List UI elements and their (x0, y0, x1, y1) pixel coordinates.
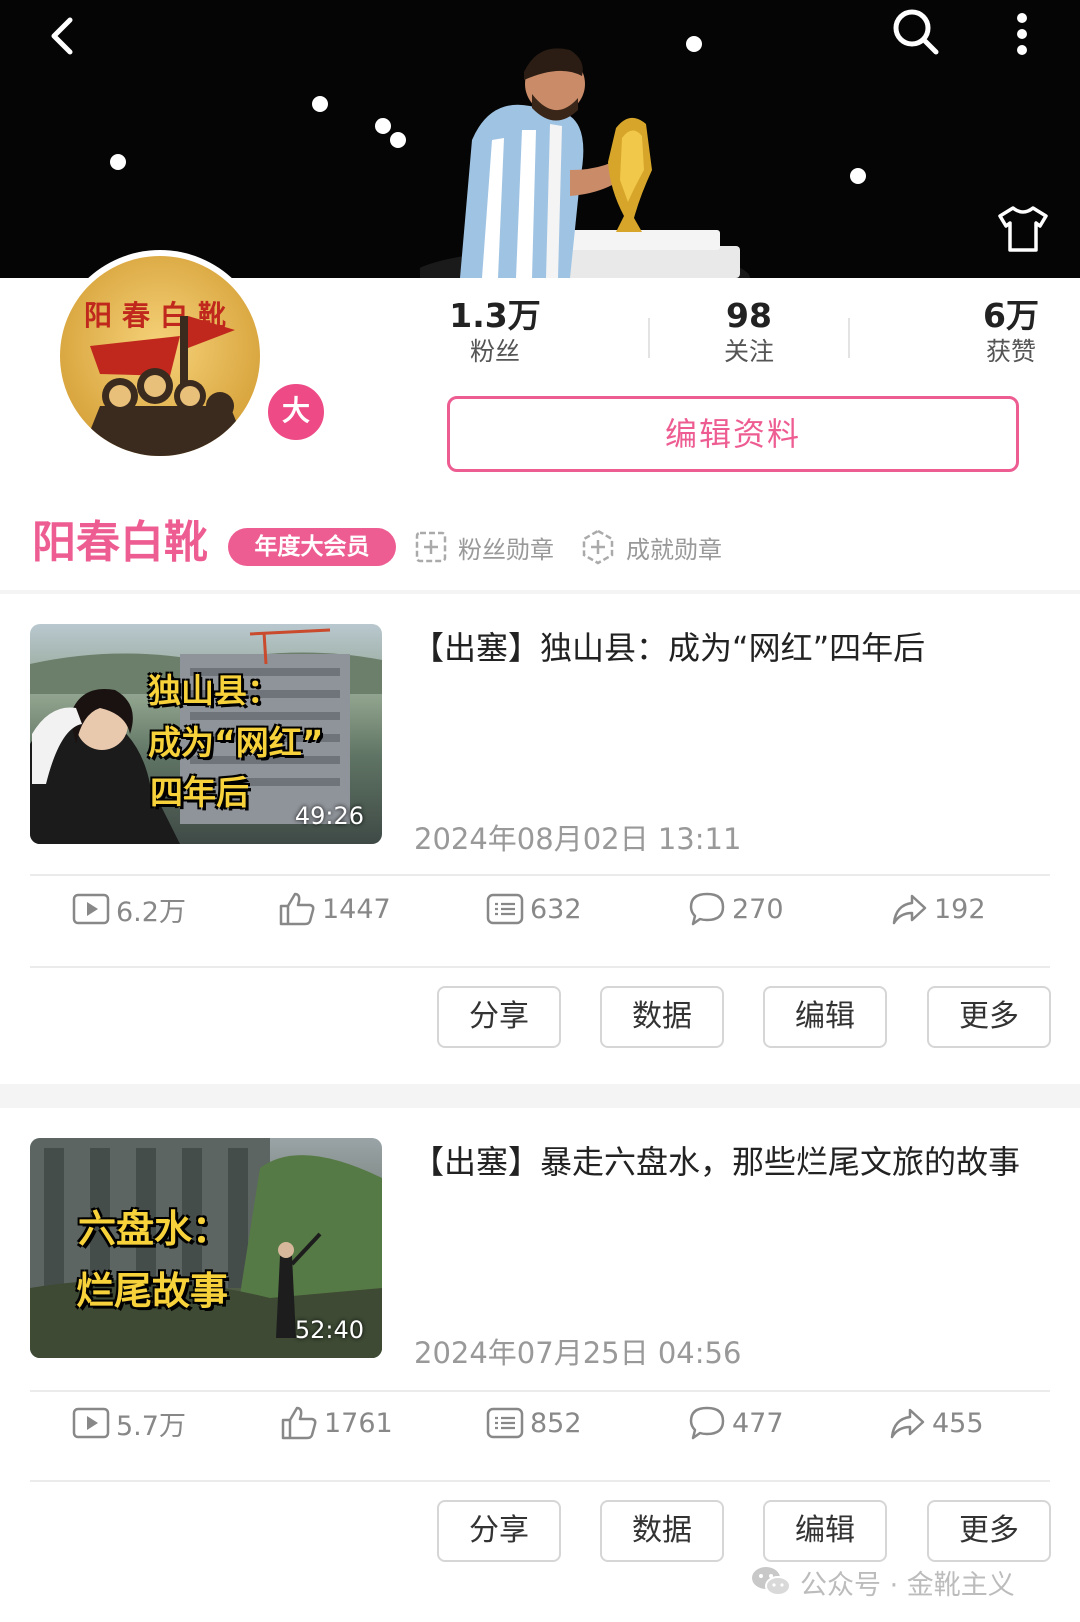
comment-count[interactable]: 477 (688, 1403, 784, 1443)
profile-section: 阳春白靴 大 1.3万 粉丝 98 关注 6万 获赞 编辑资料 阳春白靴 年度大… (0, 250, 1080, 590)
stat-divider (848, 318, 850, 358)
video-date: 2024年07月25日 04:56 (414, 1336, 742, 1370)
video-thumbnail[interactable]: 独山县： 成为“网红” 四年后 49:26 (30, 624, 382, 844)
like-count[interactable]: 1447 (278, 889, 391, 929)
play-count: 6.2万 (72, 889, 186, 929)
danmaku-count: 632 (486, 889, 582, 929)
stat-label: 粉丝 (469, 337, 520, 366)
stat-value: 1.3万 (449, 296, 541, 335)
edit-button[interactable]: 编辑 (763, 986, 887, 1048)
share-count[interactable]: 455 (888, 1403, 984, 1443)
video-duration: 52:40 (294, 1316, 364, 1344)
video-title[interactable]: 【出塞】独山县：成为“网红”四年后 (412, 624, 1032, 672)
danmaku-icon (486, 1407, 524, 1439)
stat-likes[interactable]: 6万 获赞 (956, 296, 1066, 368)
share-count-value: 192 (934, 893, 986, 925)
search-icon[interactable] (888, 4, 944, 60)
share-count[interactable]: 192 (890, 889, 986, 929)
like-count[interactable]: 1761 (280, 1403, 393, 1443)
avatar[interactable]: 阳春白靴 大 (54, 250, 328, 462)
thumbnail-caption: 六盘水： (78, 1207, 231, 1251)
video-thumbnail[interactable]: 六盘水： 烂尾故事 52:40 (30, 1138, 382, 1358)
stat-following[interactable]: 98 关注 (694, 296, 804, 368)
banner-dot (312, 96, 328, 112)
video-duration: 49:26 (294, 802, 364, 830)
divider (30, 1480, 1050, 1482)
thumbnail-caption: 烂尾故事 (76, 1269, 229, 1313)
banner-player-image (420, 48, 750, 278)
achievement-medal-label: 成就勋章 (626, 535, 722, 564)
tshirt-icon[interactable] (996, 204, 1050, 254)
banner-dot (850, 168, 866, 184)
play-icon (72, 893, 110, 925)
edit-button[interactable]: 编辑 (763, 1500, 887, 1562)
stat-value: 98 (726, 296, 772, 335)
video-date: 2024年08月02日 13:11 (414, 822, 742, 856)
share-icon (892, 894, 927, 925)
like-count-value: 1447 (322, 893, 391, 925)
more-button[interactable]: 更多 (927, 986, 1051, 1048)
share-button[interactable]: 分享 (437, 1500, 561, 1562)
achievement-medal-button[interactable]: 成就勋章 (580, 528, 722, 566)
comment-icon (689, 1406, 725, 1440)
comment-count-value: 477 (732, 1407, 784, 1439)
banner-dot (110, 154, 126, 170)
comment-count[interactable]: 270 (688, 889, 784, 929)
divider (30, 966, 1050, 968)
video-card: 独山县： 成为“网红” 四年后 49:26 【出塞】独山县：成为“网红”四年后 … (0, 594, 1080, 1084)
watermark: 公众号 · 金靴主义 (750, 1560, 1015, 1604)
play-count-value: 6.2万 (116, 896, 186, 928)
share-icon (890, 1408, 925, 1439)
more-button[interactable]: 更多 (927, 1500, 1051, 1562)
thumbnail-caption: 四年后 (150, 773, 249, 812)
profile-banner[interactable] (0, 0, 1080, 278)
stat-value: 6万 (983, 296, 1039, 335)
stat-label: 获赞 (985, 337, 1036, 366)
fan-medal-label: 粉丝勋章 (458, 535, 554, 564)
divider (30, 874, 1050, 876)
fan-medal-button[interactable]: 粉丝勋章 (414, 528, 554, 566)
video-card: 六盘水： 烂尾故事 52:40 【出塞】暴走六盘水，那些烂尾文旅的故事 2024… (0, 1108, 1080, 1622)
thumbnail-caption: 独山县： (148, 671, 280, 710)
edit-profile-button[interactable]: 编辑资料 (447, 396, 1019, 472)
stats-button[interactable]: 数据 (600, 986, 724, 1048)
stat-label: 关注 (723, 337, 774, 366)
avatar-image: 阳春白靴 (60, 256, 260, 456)
avatar-artwork (80, 316, 250, 456)
username: 阳春白靴 (32, 517, 208, 568)
danmaku-count-value: 632 (530, 893, 582, 925)
danmaku-count: 852 (486, 1403, 582, 1443)
wechat-icon (752, 1567, 791, 1596)
add-medal-icon (415, 531, 447, 563)
thumbnail-caption: 成为“网红” (148, 723, 324, 762)
comment-count-value: 270 (732, 893, 784, 925)
danmaku-icon (486, 893, 524, 925)
annual-member-badge[interactable]: 年度大会员 (228, 528, 396, 566)
vip-badge: 大 (264, 380, 328, 444)
danmaku-count-value: 852 (530, 1407, 582, 1439)
play-count-value: 5.7万 (116, 1410, 186, 1442)
achievement-add-icon (582, 529, 614, 565)
banner-dot (390, 132, 406, 148)
banner-dot (375, 118, 391, 134)
thumbs-up-icon (281, 1406, 317, 1440)
stat-divider (648, 318, 650, 358)
stats-button[interactable]: 数据 (600, 1500, 724, 1562)
comment-icon (689, 892, 725, 926)
video-title[interactable]: 【出塞】暴走六盘水，那些烂尾文旅的故事 (412, 1138, 1032, 1186)
like-count-value: 1761 (324, 1407, 393, 1439)
share-count-value: 455 (932, 1407, 984, 1439)
divider (30, 1390, 1050, 1392)
play-icon (72, 1407, 110, 1439)
share-button[interactable]: 分享 (437, 986, 561, 1048)
thumbs-up-icon (279, 892, 315, 926)
watermark-text: 公众号 · 金靴主义 (800, 1569, 1015, 1601)
chevron-left-icon[interactable] (38, 10, 88, 60)
more-vertical-icon[interactable] (1000, 6, 1044, 62)
stat-fans[interactable]: 1.3万 粉丝 (440, 296, 550, 368)
play-count: 5.7万 (72, 1403, 186, 1443)
